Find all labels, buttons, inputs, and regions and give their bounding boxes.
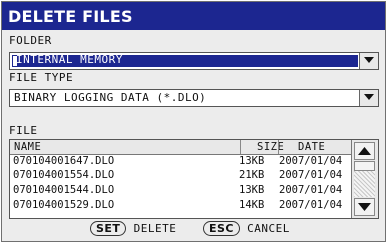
file-name: 070104001529.DLO (13, 199, 115, 211)
file-size: 21KB (239, 169, 265, 181)
folder-value: INTERNAL MEMORY (16, 53, 123, 66)
file-name: 070104001647.DLO (13, 155, 115, 167)
esc-key-icon[interactable]: ESC (203, 221, 241, 236)
scrollbar-track[interactable] (354, 171, 375, 197)
folder-dropdown[interactable]: INTERNAL MEMORY (9, 52, 379, 70)
dialog-title: DELETE FILES (8, 7, 133, 26)
file-type-dropdown[interactable]: BINARY LOGGING DATA (*.DLO) (9, 89, 379, 107)
table-row[interactable]: 070104001544.DLO 13KB 2007/01/04 (10, 184, 352, 198)
file-size: 13KB (239, 155, 265, 167)
column-divider (278, 140, 279, 154)
table-row[interactable]: 070104001647.DLO 13KB 2007/01/04 (10, 155, 352, 169)
file-date: 2007/01/04 (279, 169, 343, 181)
file-name: 070104001544.DLO (13, 184, 115, 196)
delete-action[interactable]: SET DELETE (90, 221, 176, 236)
scroll-down-button[interactable] (354, 198, 375, 216)
file-size: 14KB (239, 199, 265, 211)
cancel-label: CANCEL (247, 222, 290, 235)
chevron-up-icon (358, 147, 371, 155)
table-header: NAME SIZE DATE (10, 140, 352, 155)
folder-label: FOLDER (9, 34, 52, 47)
chevron-down-icon[interactable] (359, 53, 378, 69)
file-name: 070104001554.DLO (13, 169, 115, 181)
file-type-label: FILE TYPE (9, 71, 74, 84)
column-header-size[interactable]: SIZE (257, 141, 284, 153)
column-header-date[interactable]: DATE (298, 141, 325, 153)
column-header-name[interactable]: NAME (14, 141, 41, 153)
chevron-down-icon[interactable] (359, 90, 378, 106)
file-size: 13KB (239, 184, 265, 196)
file-date: 2007/01/04 (279, 184, 343, 196)
file-date: 2007/01/04 (279, 155, 343, 167)
file-date: 2007/01/04 (279, 199, 343, 211)
cancel-action[interactable]: ESC CANCEL (203, 221, 290, 236)
file-table: NAME SIZE DATE 070104001647.DLO 13KB 200… (9, 139, 379, 219)
scrollbar-thumb[interactable] (354, 161, 375, 171)
vertical-scrollbar[interactable] (351, 140, 378, 218)
table-row[interactable]: 070104001554.DLO 21KB 2007/01/04 (10, 169, 352, 183)
delete-label: DELETE (133, 222, 177, 235)
scroll-up-button[interactable] (354, 142, 375, 160)
delete-files-dialog: DELETE FILES FOLDER INTERNAL MEMORY FILE… (1, 1, 386, 242)
file-type-value: BINARY LOGGING DATA (*.DLO) (14, 91, 207, 104)
table-row[interactable]: 070104001529.DLO 14KB 2007/01/04 (10, 199, 352, 213)
file-label: FILE (9, 124, 38, 137)
title-bar: DELETE FILES (2, 2, 385, 30)
chevron-down-icon (358, 203, 371, 211)
set-key-icon[interactable]: SET (90, 221, 127, 236)
column-divider (240, 140, 241, 154)
